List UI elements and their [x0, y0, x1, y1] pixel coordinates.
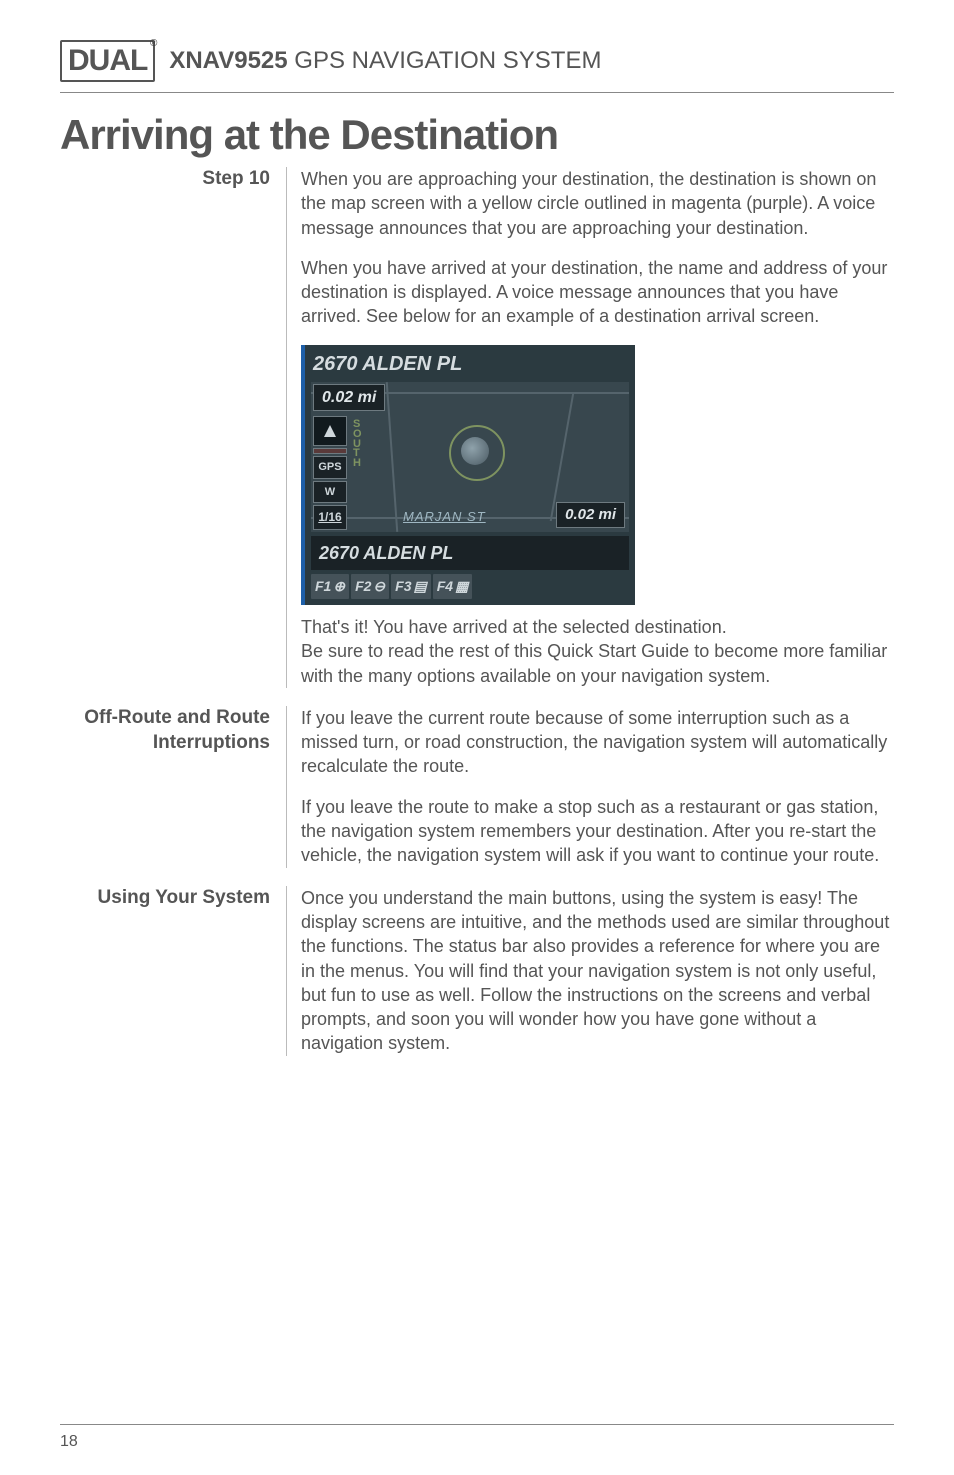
- paragraph: If you leave the current route because o…: [301, 706, 894, 779]
- page-number: 18: [60, 1433, 78, 1451]
- section-body: Once you understand the main buttons, us…: [286, 886, 894, 1056]
- registered-icon: ®: [150, 38, 157, 49]
- section-label: Off-Route and Route Interruptions: [60, 706, 270, 868]
- section-step10: Step 10 When you are approaching your de…: [60, 167, 894, 688]
- distance-right-badge: 0.02 mi: [556, 502, 625, 528]
- section-body: If you leave the current route because o…: [286, 706, 894, 868]
- footer-rule: [60, 1424, 894, 1425]
- destination-dot-icon: [461, 437, 489, 465]
- header-rule: [60, 92, 894, 93]
- brand-logo: DUAL ®: [60, 40, 155, 82]
- compass-letters: S O U T H: [353, 420, 362, 469]
- zoom-out-icon: ⊖: [373, 577, 385, 596]
- f-label: F4: [437, 577, 453, 596]
- section-offroute: Off-Route and Route Interruptions If you…: [60, 706, 894, 868]
- list-icon: ▤: [414, 577, 427, 596]
- page-title: Arriving at the Destination: [60, 111, 894, 159]
- section-using: Using Your System Once you understand th…: [60, 886, 894, 1056]
- waypoint-count-badge: 1/16: [313, 505, 347, 529]
- road-label: MARJAN ST: [403, 508, 486, 526]
- logo-text: DUAL: [68, 46, 147, 76]
- page: DUAL ® XNAV9525 GPS NAVIGATION SYSTEM Ar…: [0, 0, 954, 1475]
- heading-badge: W: [313, 481, 347, 504]
- f-label: F3: [395, 577, 411, 596]
- nav-device-screenshot: 2670 ALDEN PL 0.02 mi GPS W 1/16: [301, 345, 635, 605]
- section-label: Step 10: [60, 167, 270, 688]
- header-title: XNAV9525 GPS NAVIGATION SYSTEM: [169, 47, 601, 75]
- f1-button[interactable]: F1⊕: [311, 574, 349, 599]
- map-road-line: [386, 382, 398, 532]
- address-bar: 2670 ALDEN PL: [311, 536, 629, 570]
- signal-bar-icon: [313, 448, 347, 454]
- side-indicator-stack: GPS W 1/16: [313, 416, 347, 530]
- direction-arrow-icon: [313, 416, 347, 446]
- paragraph: Once you understand the main buttons, us…: [301, 886, 894, 1056]
- f-label: F2: [355, 577, 371, 596]
- paragraph: That's it! You have arrived at the selec…: [301, 615, 894, 688]
- screenshot-map: 0.02 mi GPS W 1/16 S O U T H MARJAN ST 0…: [311, 382, 629, 532]
- f-label: F1: [315, 577, 331, 596]
- model-number: XNAV9525: [169, 47, 287, 74]
- f3-button[interactable]: F3▤: [391, 574, 431, 599]
- f2-button[interactable]: F2⊖: [351, 574, 389, 599]
- header: DUAL ® XNAV9525 GPS NAVIGATION SYSTEM: [60, 40, 894, 82]
- zoom-in-icon: ⊕: [333, 577, 345, 596]
- distance-top-badge: 0.02 mi: [313, 384, 385, 412]
- section-label: Using Your System: [60, 886, 270, 1056]
- screenshot-title: 2670 ALDEN PL: [305, 345, 635, 382]
- function-key-row: F1⊕ F2⊖ F3▤ F4▦: [305, 570, 635, 605]
- section-body: When you are approaching your destinatio…: [286, 167, 894, 688]
- f4-button[interactable]: F4▦: [433, 574, 473, 599]
- paragraph: When you have arrived at your destinatio…: [301, 256, 894, 329]
- paragraph: If you leave the route to make a stop su…: [301, 795, 894, 868]
- gps-status-badge: GPS: [313, 456, 347, 479]
- product-name: GPS NAVIGATION SYSTEM: [288, 47, 602, 74]
- paragraph: When you are approaching your destinatio…: [301, 167, 894, 240]
- grid-icon: ▦: [455, 577, 468, 596]
